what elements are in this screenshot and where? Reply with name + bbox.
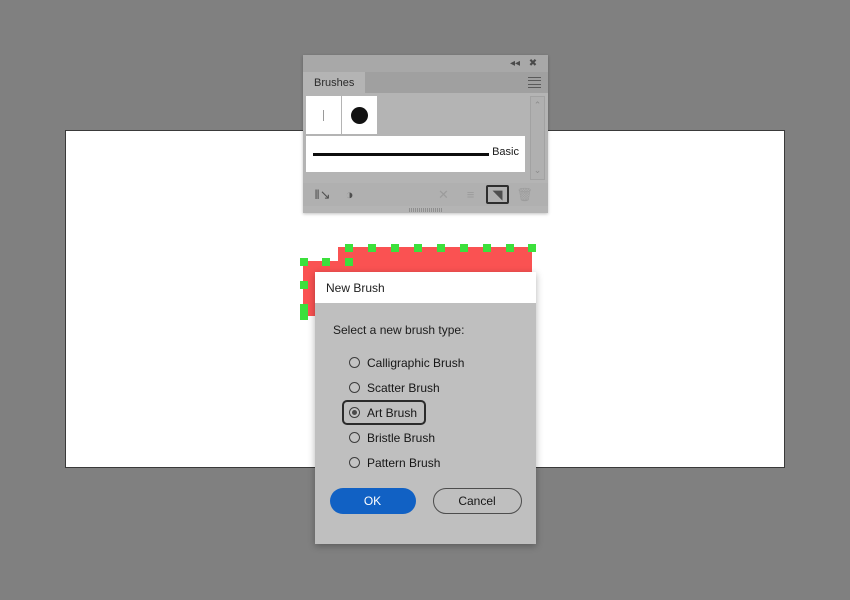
remove-brush-link-icon: ✕: [438, 186, 449, 202]
panel-titlebar: ◂◂ ✖: [303, 55, 548, 72]
radio-option-scatter-brush[interactable]: Scatter Brush: [344, 375, 447, 400]
hamburger-menu-icon[interactable]: [528, 77, 541, 88]
dialog-body: Select a new brush type: Calligraphic Br…: [315, 303, 536, 475]
delete-brush-icon: 🗑: [516, 186, 533, 202]
cancel-button[interactable]: Cancel: [432, 488, 522, 514]
radio-button-icon[interactable]: [349, 382, 360, 393]
panel-tabbar: Brushes: [303, 72, 548, 93]
double-chevron-left-icon[interactable]: ◂◂: [507, 57, 523, 71]
brush-libraries-menu-icon[interactable]: ‖↘: [311, 185, 334, 204]
dot-swatch-icon: [351, 106, 368, 124]
radio-option-label: Scatter Brush: [367, 380, 440, 395]
new-brush-icon[interactable]: ◥: [486, 185, 509, 204]
radio-option-label: Pattern Brush: [367, 455, 441, 470]
brush-type-radio-group[interactable]: Calligraphic Brush Scatter Brush Art Brush…: [333, 350, 536, 475]
brushes-list: Basic ⌃ ⌄: [303, 93, 548, 183]
brush-swatch-row: [306, 96, 548, 134]
dialog-button-row: OK Cancel: [315, 488, 536, 514]
brush-item-basic[interactable]: Basic: [306, 136, 525, 172]
tab-brushes[interactable]: Brushes: [303, 72, 366, 93]
dialog-titlebar: New Brush: [315, 272, 536, 303]
radio-button-icon[interactable]: [349, 407, 360, 418]
brushes-panel-footer: ‖↘ ◑ ✕ ≡ ◥ 🗑: [303, 183, 548, 206]
close-icon[interactable]: ✖: [525, 57, 541, 71]
radio-option-art-brush[interactable]: Art Brush: [342, 400, 427, 425]
dialog-prompt: Select a new brush type:: [333, 323, 465, 337]
dialog-title: New Brush: [326, 280, 385, 295]
brushes-scrollbar[interactable]: ⌃ ⌄: [530, 96, 545, 180]
radio-button-icon[interactable]: [349, 357, 360, 368]
scroll-up-icon[interactable]: ⌃: [531, 101, 544, 110]
new-brush-dialog[interactable]: New Brush Select a new brush type: Calli…: [315, 272, 536, 544]
line-swatch-icon: [323, 109, 324, 121]
basic-stroke-preview-icon: [313, 153, 489, 156]
options-of-selected-object-icon: ≡: [466, 187, 475, 202]
brush-swatch-calligraphic[interactable]: [306, 96, 342, 134]
ok-button[interactable]: OK: [329, 488, 416, 514]
radio-option-label: Art Brush: [367, 405, 418, 420]
radio-button-icon[interactable]: [349, 432, 360, 443]
radio-option-label: Bristle Brush: [367, 430, 436, 445]
brush-swatch-dot[interactable]: [342, 96, 378, 134]
scroll-down-icon[interactable]: ⌄: [531, 166, 544, 175]
libraries-panel-icon[interactable]: ◑: [338, 185, 361, 204]
radio-button-icon[interactable]: [349, 457, 360, 468]
brushes-panel[interactable]: ◂◂ ✖ Brushes Basic ⌃ ⌄ ‖↘ ◑ ✕ ≡ ◥ 🗑: [303, 55, 548, 213]
radio-option-label: Calligraphic Brush: [367, 355, 465, 370]
brush-item-label: Basic: [492, 146, 519, 158]
radio-option-pattern-brush[interactable]: Pattern Brush: [344, 450, 447, 475]
panel-resize-grip[interactable]: [408, 208, 443, 212]
radio-option-bristle-brush[interactable]: Bristle Brush: [344, 425, 442, 450]
tab-brushes-label: Brushes: [314, 76, 355, 89]
radio-option-calligraphic-brush[interactable]: Calligraphic Brush: [344, 350, 471, 375]
